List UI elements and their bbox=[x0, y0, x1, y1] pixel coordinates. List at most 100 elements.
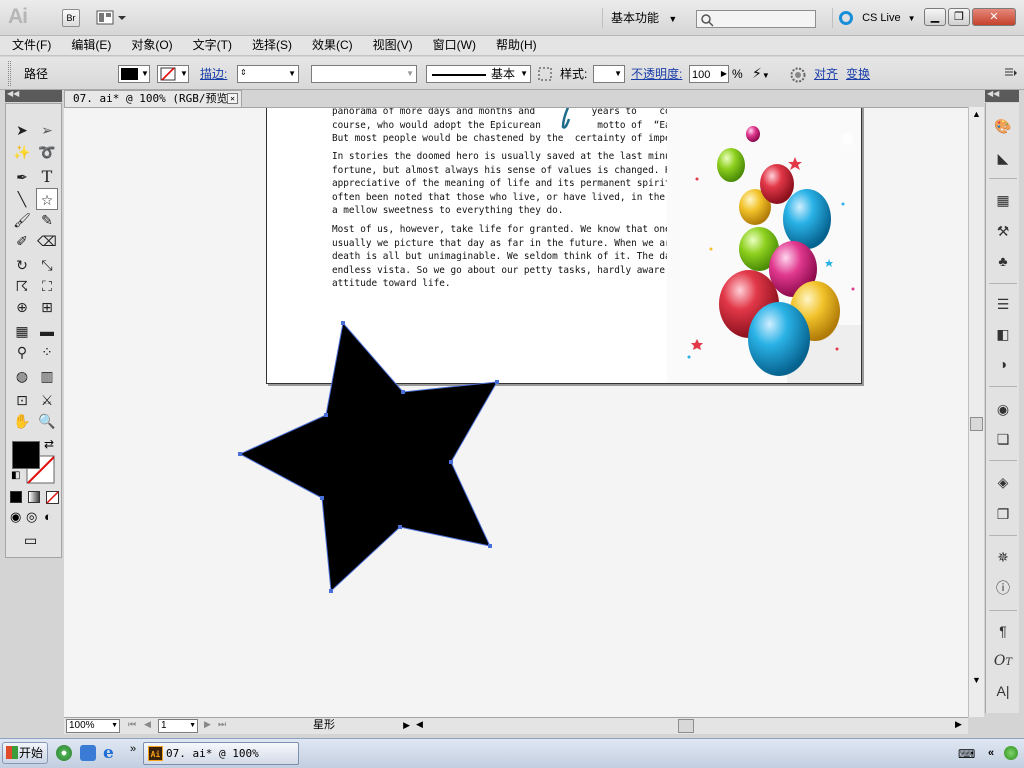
opacity-label[interactable]: 不透明度: bbox=[631, 65, 682, 83]
type-tool-icon[interactable]: T bbox=[36, 166, 58, 188]
column-graph-tool-icon[interactable]: ▥ bbox=[36, 365, 58, 387]
scroll-down-icon[interactable]: ▼ bbox=[972, 675, 981, 685]
default-fill-stroke-icon[interactable]: ◧ bbox=[11, 470, 20, 481]
menu-select[interactable]: 选择(S) bbox=[240, 36, 300, 55]
tray-status-icon[interactable] bbox=[1004, 746, 1018, 760]
align-link[interactable]: 对齐 bbox=[814, 65, 838, 83]
dock-header[interactable]: ◀◀ bbox=[985, 89, 1019, 102]
workspace-switcher[interactable]: 基本功能 ▼ bbox=[602, 8, 684, 28]
draw-inside-icon[interactable]: ◐ bbox=[44, 509, 52, 524]
graphic-styles-panel-icon[interactable]: ❏ bbox=[991, 428, 1015, 450]
horizontal-scroll-thumb[interactable] bbox=[678, 719, 694, 733]
menu-window[interactable]: 窗口(W) bbox=[421, 36, 484, 55]
bridge-button[interactable]: Br bbox=[62, 9, 80, 27]
fill-color-dropdown[interactable]: ▼ bbox=[118, 65, 150, 83]
star-shape[interactable] bbox=[64, 108, 968, 717]
selection-tool-icon[interactable]: ➤ bbox=[11, 119, 33, 141]
artboard-number-field[interactable]: 1 ▼ bbox=[158, 719, 198, 733]
color-mode-icon[interactable] bbox=[10, 491, 22, 503]
internet-explorer-icon[interactable]: e bbox=[103, 743, 114, 763]
blob-brush-tool-icon[interactable]: ✐ bbox=[11, 230, 33, 252]
select-similar-button[interactable]: ⚡▼ bbox=[752, 65, 778, 83]
previous-artboard-icon[interactable]: ◀ bbox=[144, 719, 151, 730]
next-artboard-icon[interactable]: ▶ bbox=[204, 719, 211, 730]
first-artboard-icon[interactable]: ⏮ bbox=[128, 719, 136, 730]
start-button[interactable]: 开始 bbox=[2, 742, 48, 764]
menu-view[interactable]: 视图(V) bbox=[361, 36, 421, 55]
last-artboard-icon[interactable]: ⏭ bbox=[218, 719, 226, 730]
cs-live-button[interactable]: CS Live ▼ bbox=[832, 8, 916, 28]
app-shortcut-icon[interactable] bbox=[80, 745, 96, 761]
eraser-tool-icon[interactable]: ⌫ bbox=[36, 230, 58, 252]
artboard-tool-icon[interactable]: ⊡ bbox=[11, 389, 33, 411]
stroke-color-dropdown[interactable]: ▼ bbox=[157, 65, 189, 83]
canvas-area[interactable]: panorama of more days and months and yea… bbox=[64, 107, 968, 717]
color-panel-icon[interactable]: 🎨 bbox=[991, 115, 1015, 137]
close-button[interactable]: ✕ bbox=[972, 8, 1016, 26]
lasso-tool-icon[interactable]: ➰ bbox=[36, 141, 58, 163]
pencil-tool-icon[interactable]: ✎ bbox=[36, 209, 58, 231]
draw-behind-icon[interactable]: ◎ bbox=[26, 509, 37, 525]
arrange-documents-button[interactable] bbox=[96, 9, 128, 27]
blend-tool-icon[interactable]: ⁘ bbox=[36, 341, 58, 363]
current-tool-status[interactable]: 星形 ▶ bbox=[236, 719, 412, 733]
close-tab-icon[interactable]: ✕ bbox=[227, 93, 238, 104]
vertical-scroll-thumb[interactable] bbox=[970, 417, 983, 431]
swatches-panel-icon[interactable]: ▦ bbox=[991, 189, 1015, 211]
swap-fill-stroke-icon[interactable]: ⇄ bbox=[44, 437, 54, 451]
magic-wand-tool-icon[interactable]: ✨ bbox=[11, 141, 33, 163]
zoom-tool-icon[interactable]: 🔍 bbox=[36, 410, 58, 432]
menu-help[interactable]: 帮助(H) bbox=[484, 36, 545, 55]
menu-type[interactable]: 文字(T) bbox=[181, 36, 240, 55]
menu-effect[interactable]: 效果(C) bbox=[300, 36, 361, 55]
screen-mode-icon[interactable]: ▭ bbox=[24, 532, 37, 549]
eyedropper-tool-icon[interactable]: ⚲ bbox=[11, 341, 33, 363]
perspective-grid-tool-icon[interactable]: ▦ bbox=[11, 320, 33, 342]
shape-builder-tool-icon[interactable]: ⊕ bbox=[11, 296, 33, 318]
gradient-mode-icon[interactable] bbox=[28, 491, 40, 503]
star-tool-icon[interactable]: ☆ bbox=[36, 188, 58, 210]
brushes-panel-icon[interactable]: ⚒ bbox=[991, 220, 1015, 242]
vertical-scrollbar[interactable]: ▲ ▼ bbox=[968, 107, 984, 717]
brush-definition-dropdown[interactable]: 基本 ▼ bbox=[426, 65, 531, 83]
restore-button[interactable]: ❐ bbox=[948, 8, 970, 26]
symbol-sprayer-tool-icon[interactable]: ◍ bbox=[11, 365, 33, 387]
slice-tool-icon[interactable]: ⚔ bbox=[36, 389, 58, 411]
toolbox-header[interactable]: ◀◀ bbox=[5, 89, 62, 102]
stroke-panel-icon[interactable]: ☰ bbox=[991, 293, 1015, 315]
navigator-panel-icon[interactable]: ✵ bbox=[991, 546, 1015, 568]
symbols-panel-icon[interactable]: ♣ bbox=[991, 250, 1015, 272]
keyboard-tray-icon[interactable]: ⌨ bbox=[958, 747, 975, 761]
scatter-brush-icon[interactable] bbox=[538, 67, 552, 81]
stroke-weight-field[interactable]: ⇕ ▼ bbox=[237, 65, 299, 83]
grip-handle[interactable] bbox=[8, 61, 11, 86]
control-panel-menu-icon[interactable] bbox=[1004, 68, 1018, 78]
gradient-tool-icon[interactable]: ▬ bbox=[36, 320, 58, 342]
warp-tool-icon[interactable]: ☈ bbox=[11, 275, 33, 297]
appearance-panel-icon[interactable]: ◉ bbox=[991, 398, 1015, 420]
paintbrush-tool-icon[interactable]: 🖌 bbox=[11, 209, 33, 231]
search-input[interactable] bbox=[696, 10, 816, 28]
variable-width-dropdown[interactable]: ▼ bbox=[311, 65, 417, 83]
free-transform-tool-icon[interactable]: ⛶ bbox=[36, 275, 58, 297]
line-segment-tool-icon[interactable]: ╲ bbox=[11, 188, 33, 210]
document-tab[interactable]: 07. ai* @ 100% (RGB/预览) ✕ bbox=[64, 90, 242, 107]
live-paint-bucket-tool-icon[interactable]: ⊞ bbox=[36, 296, 58, 318]
rotate-tool-icon[interactable]: ↻ bbox=[11, 254, 33, 276]
opentype-panel-icon[interactable]: OT bbox=[991, 650, 1015, 672]
quick-launch-overflow-icon[interactable]: » bbox=[130, 743, 136, 755]
fill-color-box[interactable] bbox=[12, 441, 40, 469]
menu-file[interactable]: 文件(F) bbox=[0, 36, 59, 55]
graphic-style-dropdown[interactable]: ▼ bbox=[593, 65, 625, 83]
pen-tool-icon[interactable]: ✒ bbox=[11, 166, 33, 188]
gradient-panel-icon[interactable]: ◧ bbox=[991, 323, 1015, 345]
character-panel-icon[interactable]: A| bbox=[991, 680, 1015, 702]
menu-object[interactable]: 对象(O) bbox=[119, 36, 180, 55]
direct-selection-tool-icon[interactable]: ➢ bbox=[36, 119, 58, 141]
none-mode-icon[interactable] bbox=[46, 491, 59, 504]
color-guide-panel-icon[interactable]: ◣ bbox=[991, 147, 1015, 169]
scroll-up-icon[interactable]: ▲ bbox=[972, 109, 981, 119]
stroke-label[interactable]: 描边: bbox=[200, 65, 227, 83]
zoom-level-field[interactable]: 100% ▼ bbox=[66, 719, 120, 733]
transparency-panel-icon[interactable]: ◑ bbox=[991, 353, 1015, 375]
